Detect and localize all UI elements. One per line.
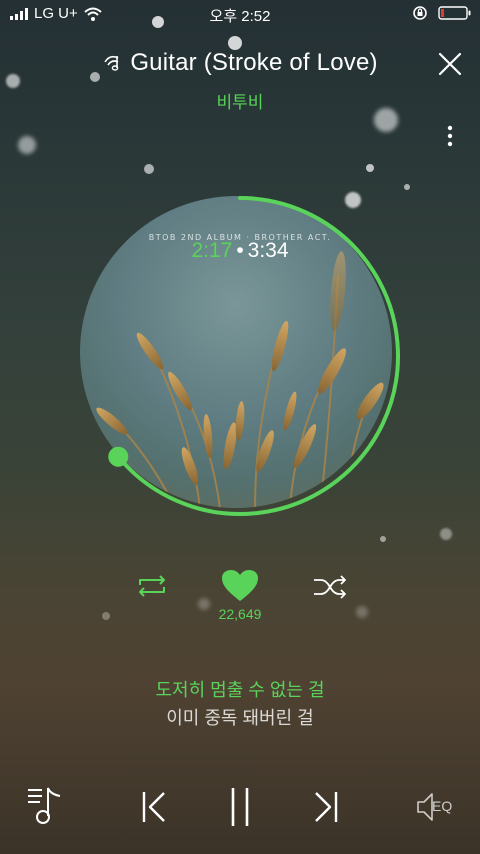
lyric-current-line[interactable]: 도저히 멈출 수 없는 걸	[0, 676, 480, 702]
guitar-note-icon	[104, 55, 119, 71]
rotation-lock-icon	[413, 6, 427, 20]
clock: 오후 2:52	[209, 8, 271, 25]
shuffle-button[interactable]	[312, 575, 348, 599]
like-heart-button[interactable]	[221, 569, 259, 603]
playlist-button[interactable]	[26, 784, 66, 826]
progress-ring[interactable]	[74, 190, 406, 522]
pause-button[interactable]	[229, 786, 251, 828]
repeat-button[interactable]	[134, 573, 170, 599]
close-button[interactable]	[434, 48, 466, 80]
battery-icon	[438, 6, 471, 20]
song-title-row: Guitar (Stroke of Love)	[0, 49, 480, 77]
status-bar: LG U+ 오후 2:52	[0, 0, 480, 28]
previous-track-button[interactable]	[140, 790, 168, 824]
more-options-button[interactable]	[440, 121, 460, 153]
song-title: Guitar (Stroke of Love)	[130, 49, 378, 76]
eq-label: EQ	[432, 798, 453, 814]
progress-arc	[116, 196, 400, 516]
artist-name[interactable]: 비투비	[0, 88, 480, 113]
equalizer-button[interactable]: EQ	[416, 790, 458, 824]
next-track-button[interactable]	[312, 790, 340, 824]
lyric-next-line[interactable]: 이미 중독 돼버린 걸	[0, 704, 480, 730]
progress-handle[interactable]	[108, 446, 129, 467]
like-count: 22,649	[218, 606, 262, 622]
